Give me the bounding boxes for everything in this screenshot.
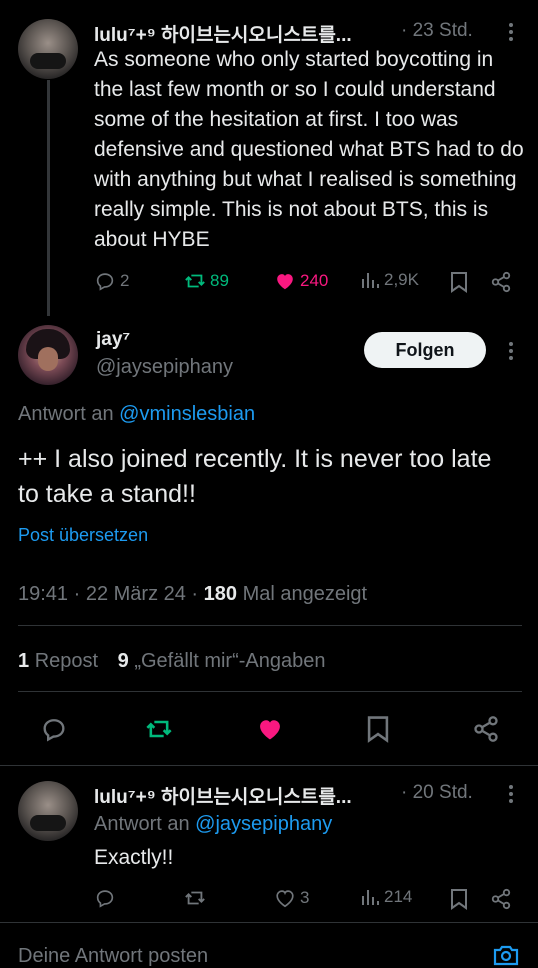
reply-to-handle[interactable]: @jaysepiphany: [195, 813, 332, 835]
timestamp[interactable]: 19:41 · 22 März 24 ·: [18, 583, 198, 605]
divider: [0, 765, 538, 766]
share-button[interactable]: [472, 715, 500, 743]
bookmark-button[interactable]: [366, 715, 390, 743]
reply-to-prefix: Antwort an: [18, 403, 114, 425]
share-icon[interactable]: [490, 888, 512, 910]
avatar-mask: [30, 53, 66, 69]
tweet-time: · 20 Std.: [401, 782, 473, 803]
repost-button[interactable]: [145, 715, 173, 743]
translate-link[interactable]: Post übersetzen: [18, 525, 148, 546]
likes-label: „Gefällt mir“-Angaben: [134, 650, 326, 672]
views-count: 180: [203, 583, 238, 605]
views-stat[interactable]: 2,9K: [360, 270, 419, 290]
views-icon: [360, 270, 380, 290]
repost-stat[interactable]: 89: [184, 270, 229, 292]
reposts-label: Repost: [34, 650, 99, 672]
divider: [18, 691, 522, 692]
reply-input[interactable]: Deine Antwort posten: [18, 945, 208, 968]
reposts-count: 1: [18, 650, 30, 672]
repost-count: 89: [210, 271, 229, 290]
views-stat[interactable]: 214: [360, 887, 412, 907]
divider: [0, 922, 538, 923]
avatar-mask: [30, 815, 66, 831]
like-stat[interactable]: 240: [274, 270, 328, 292]
repost-icon: [184, 270, 206, 292]
timestamp-row: 19:41 · 22 März 24 · 180 Mal angezeigt: [18, 583, 367, 606]
like-stat[interactable]: 3: [274, 887, 309, 909]
bookmark-icon[interactable]: [450, 271, 468, 293]
views-icon: [360, 887, 380, 907]
thread-line: [47, 80, 50, 316]
camera-icon[interactable]: [492, 943, 520, 967]
tweet-text: Exactly!!: [94, 846, 174, 869]
likes-count: 9: [117, 650, 129, 672]
more-icon[interactable]: [508, 22, 514, 42]
like-count: 240: [300, 271, 329, 290]
heart-outline-icon: [274, 887, 296, 909]
reply-context: Antwort an @jaysepiphany: [94, 813, 332, 836]
repost-button[interactable]: [184, 887, 206, 909]
tweet-author[interactable]: lulu⁷+⁹ 하이브는시오니스트를...: [94, 20, 399, 47]
reply-to-handle[interactable]: @vminslesbian: [119, 403, 255, 425]
author-handle[interactable]: @jaysepiphany: [96, 356, 233, 379]
reply-context: Antwort an @vminslesbian: [18, 403, 255, 426]
reply-button[interactable]: [40, 715, 68, 743]
views-count: 2,9K: [384, 270, 419, 289]
tweet-author[interactable]: lulu⁷+⁹ 하이브는시오니스트를...: [94, 782, 399, 809]
avatar[interactable]: [18, 781, 78, 841]
like-count: 3: [300, 888, 310, 907]
avatar-face: [38, 347, 58, 371]
reply-button[interactable]: [94, 887, 116, 909]
reply-to-prefix: Antwort an: [94, 813, 190, 835]
avatar[interactable]: [18, 325, 78, 385]
divider: [18, 625, 522, 626]
follow-button[interactable]: Folgen: [364, 332, 486, 368]
engagement-row: 1 Repost 9 „Gefällt mir“-Angaben: [18, 650, 326, 673]
reply-icon: [94, 270, 116, 292]
more-icon[interactable]: [508, 784, 514, 804]
views-count: 214: [384, 887, 413, 906]
heart-icon: [274, 270, 296, 292]
bookmark-icon[interactable]: [450, 888, 468, 910]
reply-stat[interactable]: 2: [94, 270, 129, 292]
tweet-text: ++ I also joined recently. It is never t…: [18, 445, 492, 508]
more-icon[interactable]: [508, 341, 514, 361]
likes-link[interactable]: 9 „Gefällt mir“-Angaben: [118, 650, 326, 672]
tweet-time: · 23 Std.: [401, 20, 473, 41]
author-name[interactable]: jay⁷: [96, 329, 130, 351]
reply-count: 2: [120, 271, 130, 290]
avatar[interactable]: [18, 19, 78, 79]
reposts-link[interactable]: 1 Repost: [18, 650, 104, 672]
views-label: Mal angezeigt: [242, 583, 368, 605]
like-button[interactable]: [255, 715, 285, 743]
tweet-text: As someone who only started boycotting i…: [94, 48, 524, 251]
share-icon[interactable]: [490, 271, 512, 293]
